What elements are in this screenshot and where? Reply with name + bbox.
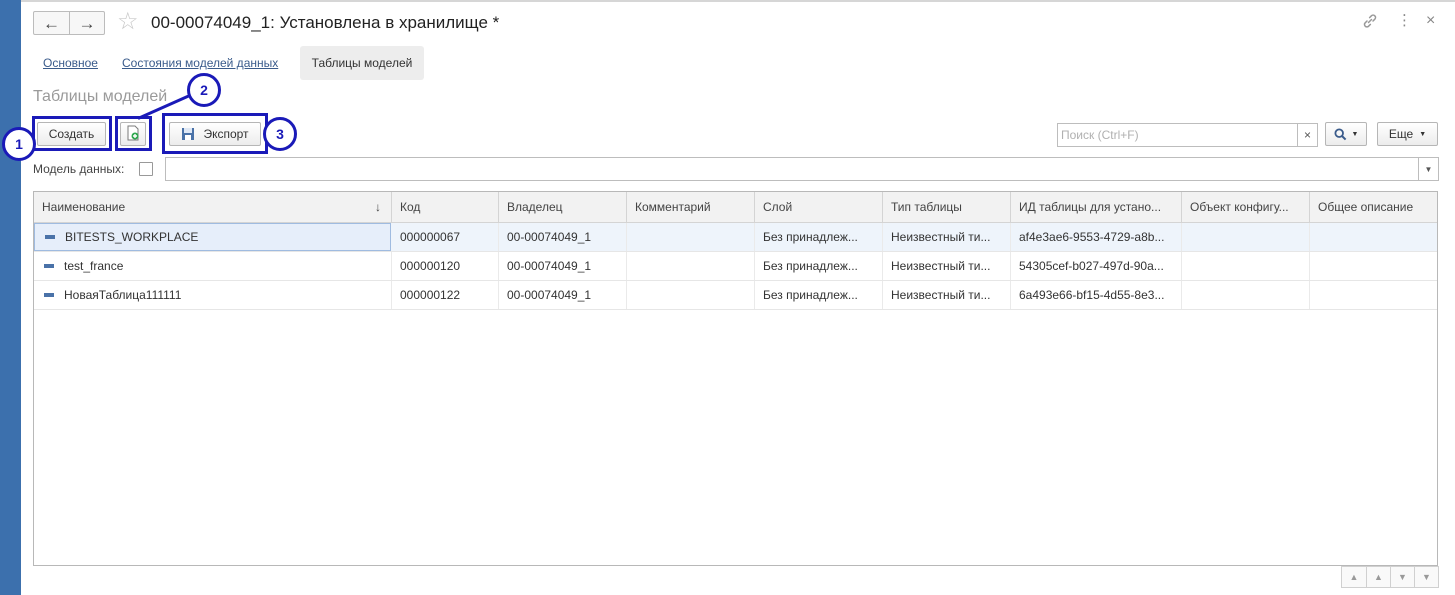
scroll-down-icon: ▼ (1398, 572, 1407, 582)
more-button[interactable]: Еще ▼ (1377, 122, 1438, 146)
tab-model-tables-label: Таблицы моделей (311, 56, 413, 70)
scroll-top-button[interactable]: ▲ (1342, 567, 1366, 587)
history-nav: ← → (33, 11, 105, 35)
table-row[interactable]: BITESTS_WORKPLACE 000000067 00-00074049_… (34, 223, 1437, 252)
cell-table-id: 6a493e66-bf15-4d55-8e3... (1011, 281, 1182, 309)
cell-owner: 00-00074049_1 (499, 252, 627, 280)
link-icon[interactable] (1362, 13, 1378, 32)
cell-description (1310, 252, 1437, 280)
sort-descending-icon: ↓ (375, 200, 381, 214)
cell-description (1310, 281, 1437, 309)
cell-config-object (1182, 223, 1310, 251)
favorite-star-icon[interactable]: ☆ (117, 10, 139, 34)
table-row[interactable]: test_france 000000120 00-00074049_1 Без … (34, 252, 1437, 281)
cell-code: 000000067 (392, 223, 499, 251)
cell-layer: Без принадлеж... (755, 252, 883, 280)
column-header-owner[interactable]: Владелец (499, 192, 627, 222)
chevron-down-icon[interactable]: ▼ (1418, 158, 1438, 180)
forward-button[interactable]: → (69, 12, 104, 34)
section-title: Таблицы моделей (33, 88, 168, 105)
cell-name-text: НоваяТаблица111111 (64, 288, 182, 302)
scroll-bottom-icon: ▼ (1422, 572, 1431, 582)
scroll-down-button[interactable]: ▼ (1390, 567, 1414, 587)
table-item-icon (44, 293, 54, 297)
cell-table-type: Неизвестный ти... (883, 252, 1011, 280)
cell-comment (627, 252, 755, 280)
column-header-table-type[interactable]: Тип таблицы (883, 192, 1011, 222)
search-icon (1334, 127, 1347, 141)
cell-name[interactable]: НоваяТаблица111111 (34, 281, 392, 309)
highlight-box-1 (32, 116, 112, 151)
cell-code: 000000122 (392, 281, 499, 309)
callout-badge-1: 1 (2, 127, 36, 161)
column-header-comment[interactable]: Комментарий (627, 192, 755, 222)
cell-description (1310, 223, 1437, 251)
search-options-button[interactable]: ▼ (1325, 122, 1367, 146)
cell-name[interactable]: BITESTS_WORKPLACE (34, 223, 391, 251)
scroll-top-icon: ▲ (1349, 572, 1359, 582)
list-scroll-controls: ▲ ▲ ▼ ▼ (1341, 566, 1439, 588)
left-panel-strip (0, 0, 21, 595)
callout-badge-2: 2 (187, 73, 221, 107)
table-header: Наименование ↓ Код Владелец Комментарий … (34, 192, 1437, 223)
arrow-right-icon: → (78, 13, 96, 33)
column-header-name-label: Наименование (42, 200, 126, 214)
chevron-down-icon: ▼ (1351, 130, 1359, 138)
callout-badge-3: 3 (263, 117, 297, 151)
column-header-table-id[interactable]: ИД таблицы для устано... (1011, 192, 1182, 222)
cell-comment (627, 281, 755, 309)
cell-table-type: Неизвестный ти... (883, 223, 1011, 251)
cell-layer: Без принадлеж... (755, 223, 883, 251)
clear-search-button[interactable]: × (1297, 124, 1317, 146)
cell-config-object (1182, 281, 1310, 309)
model-tables-grid: Наименование ↓ Код Владелец Комментарий … (33, 191, 1438, 566)
search-box: × (1057, 123, 1318, 147)
cell-table-type: Неизвестный ти... (883, 281, 1011, 309)
search-input[interactable] (1058, 125, 1297, 145)
window-title: 00-00074049_1: Установлена в хранилище * (151, 13, 500, 32)
cell-name[interactable]: test_france (34, 252, 392, 280)
close-icon[interactable]: × (1426, 13, 1435, 29)
cell-owner: 00-00074049_1 (499, 223, 627, 251)
scroll-up-icon: ▲ (1374, 572, 1383, 582)
arrow-left-icon: ← (43, 13, 60, 33)
highlight-box-3 (162, 113, 268, 154)
more-button-label: Еще (1388, 127, 1414, 141)
chevron-down-icon: ▼ (1419, 130, 1427, 138)
cell-layer: Без принадлеж... (755, 281, 883, 309)
table-item-icon (44, 264, 54, 268)
highlight-box-2 (115, 116, 152, 151)
column-header-config-object[interactable]: Объект конфигу... (1182, 192, 1310, 222)
cell-config-object (1182, 252, 1310, 280)
cell-code: 000000120 (392, 252, 499, 280)
cell-name-text: BITESTS_WORKPLACE (65, 230, 199, 244)
data-model-filter-checkbox[interactable] (139, 162, 153, 176)
cell-name-text: test_france (64, 259, 124, 273)
cell-table-id: 54305cef-b027-497d-90a... (1011, 252, 1182, 280)
table-item-icon (45, 235, 55, 239)
top-divider (21, 0, 1455, 2)
column-header-code[interactable]: Код (392, 192, 499, 222)
column-header-name[interactable]: Наименование ↓ (34, 192, 392, 222)
tab-model-tables[interactable]: Таблицы моделей (300, 46, 424, 80)
data-model-select[interactable]: ▼ (165, 157, 1439, 181)
column-header-layer[interactable]: Слой (755, 192, 883, 222)
column-header-description[interactable]: Общее описание (1310, 192, 1437, 222)
tab-basic[interactable]: Основное (43, 56, 98, 70)
cell-comment (627, 223, 755, 251)
tab-data-model-states[interactable]: Состояния моделей данных (122, 56, 278, 70)
scroll-bottom-button[interactable]: ▼ (1414, 567, 1438, 587)
table-row[interactable]: НоваяТаблица111111 000000122 00-00074049… (34, 281, 1437, 310)
data-model-filter-label: Модель данных: (33, 162, 125, 176)
scroll-up-button[interactable]: ▲ (1366, 567, 1390, 587)
more-vertical-icon[interactable]: ⋮ (1397, 13, 1412, 28)
cell-table-id: af4e3ae6-9553-4729-a8b... (1011, 223, 1182, 251)
back-button[interactable]: ← (34, 12, 69, 34)
cell-owner: 00-00074049_1 (499, 281, 627, 309)
